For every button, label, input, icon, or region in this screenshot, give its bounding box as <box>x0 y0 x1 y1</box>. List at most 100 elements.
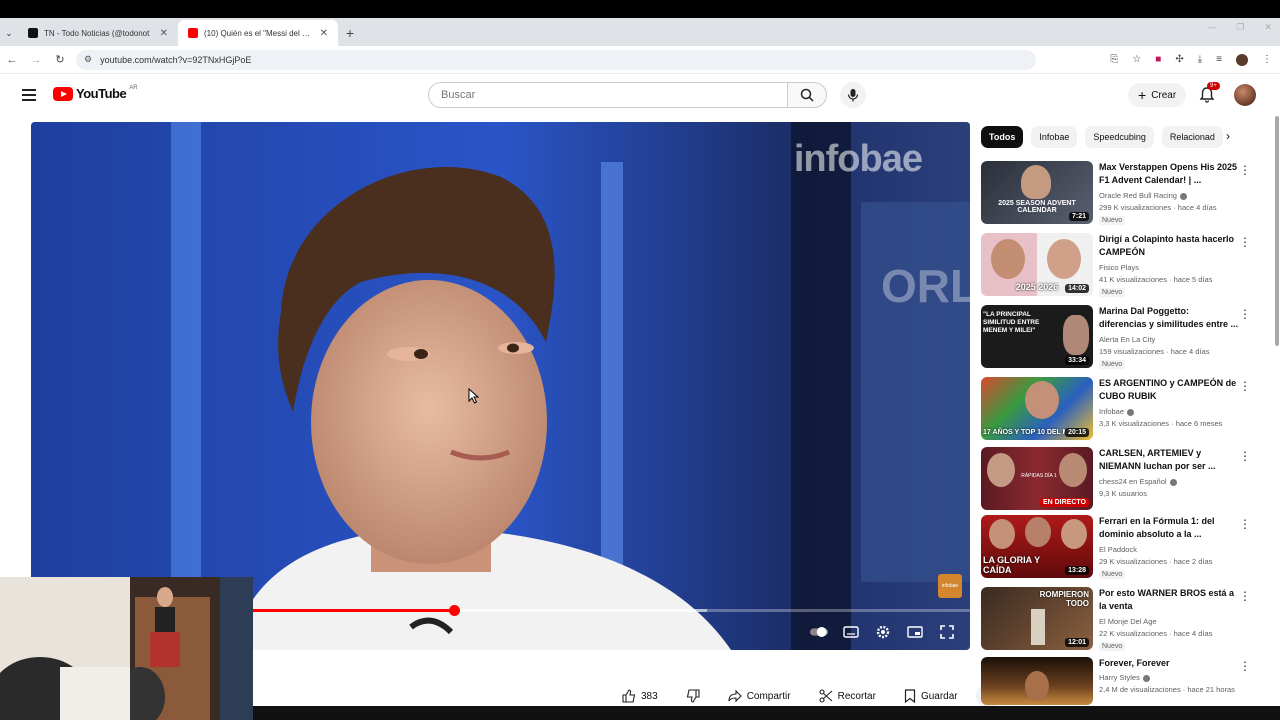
video-duration: 33:34 <box>1065 356 1089 365</box>
recommendation-item[interactable]: ROMPIERON TODO 12:01 Por esto WARNER BRO… <box>981 587 1261 651</box>
user-avatar[interactable] <box>1234 84 1256 106</box>
recommendation-item[interactable]: "LA PRINCIPAL SIMILITUD ENTRE MENEM Y MI… <box>981 305 1261 369</box>
save-button[interactable]: Guardar <box>893 684 968 708</box>
thumbs-up-icon <box>622 689 636 703</box>
channel-name[interactable]: Harry Styles <box>1099 673 1150 682</box>
share-button[interactable]: Compartir <box>717 684 801 708</box>
video-title[interactable]: Max Verstappen Opens His 2025 F1 Advent … <box>1099 161 1239 187</box>
browser-menu-icon[interactable]: ⋮ <box>1262 54 1272 65</box>
video-thumbnail[interactable] <box>981 657 1093 705</box>
settings-gear-icon[interactable] <box>874 624 892 640</box>
reload-icon[interactable]: ↻ <box>48 48 72 72</box>
browser-tab-youtube[interactable]: (10) Quién es el "Messi del cub ✕ <box>178 20 338 46</box>
video-thumbnail[interactable]: 17 AÑOS Y TOP 10 DEL M 20:15 <box>981 377 1093 440</box>
more-vertical-icon[interactable]: ⋮ <box>1239 235 1251 249</box>
video-title[interactable]: Forever, Forever <box>1099 657 1239 670</box>
close-tab-icon[interactable]: ✕ <box>160 28 168 39</box>
video-meta: 159 visualizaciones · hace 4 días <box>1099 347 1210 356</box>
video-thumbnail[interactable]: LA GLORIA Y CAÍDA 13:28 <box>981 515 1093 578</box>
chip-infobae[interactable]: Infobae <box>1031 126 1078 148</box>
channel-watermark-badge[interactable]: infobae <box>938 574 962 598</box>
maximize-icon[interactable]: ❐ <box>1236 22 1244 33</box>
video-thumbnail[interactable]: RÁPIDAS DÍA 1 EN DIRECTO <box>981 447 1093 510</box>
miniplayer-icon[interactable] <box>906 624 924 640</box>
download-icon[interactable]: ⤓ <box>1198 54 1202 65</box>
channel-name[interactable]: El Monje Del Age <box>1099 617 1157 626</box>
more-vertical-icon[interactable]: ⋮ <box>1239 449 1251 463</box>
profile-avatar[interactable] <box>1236 53 1248 66</box>
dislike-button[interactable] <box>675 684 710 708</box>
new-tab-button[interactable]: + <box>338 20 362 46</box>
search-input[interactable] <box>441 89 787 101</box>
extension-icon[interactable]: ■ <box>1155 54 1161 65</box>
recommendation-item[interactable]: RÁPIDAS DÍA 1 EN DIRECTO CARLSEN, ARTEMI… <box>981 447 1261 511</box>
video-thumbnail[interactable]: 2025 SEASON ADVENT CALENDAR 7:21 <box>981 161 1093 224</box>
more-vertical-icon[interactable]: ⋮ <box>1239 307 1251 321</box>
tab-search-chevron-icon[interactable]: ⌄ <box>0 20 18 46</box>
recommendation-item[interactable]: Forever, Forever Harry Styles 2,4 M de v… <box>981 657 1261 705</box>
video-title[interactable]: Dirigí a Colapinto hasta hacerlo CAMPEÓN <box>1099 233 1239 259</box>
chevron-right-icon[interactable]: › <box>1226 129 1230 143</box>
video-duration: 14:02 <box>1065 284 1089 293</box>
back-icon[interactable]: ← <box>0 48 24 72</box>
video-title[interactable]: CARLSEN, ARTEMIEV y NIEMANN luchan por s… <box>1099 447 1239 473</box>
recommendation-item[interactable]: 17 AÑOS Y TOP 10 DEL M 20:15 ES ARGENTIN… <box>981 377 1261 441</box>
channel-name[interactable]: Infobae <box>1099 407 1135 416</box>
recommendation-item[interactable]: 2025 2026 14:02 Dirigí a Colapinto hasta… <box>981 233 1261 297</box>
bookmark-star-icon[interactable]: ☆ <box>1132 54 1141 65</box>
install-app-icon[interactable]: ⎘ <box>1110 54 1118 65</box>
video-player[interactable]: ORL infobae infobae <box>31 122 970 650</box>
create-label: Crear <box>1151 89 1177 101</box>
channel-name-text: Infobae <box>1099 407 1125 416</box>
channel-name-text: Fisico Plays <box>1099 263 1140 272</box>
video-title[interactable]: Por esto WARNER BROS está a la venta <box>1099 587 1239 613</box>
create-button[interactable]: + Crear <box>1128 83 1187 107</box>
channel-name[interactable]: Fisico Plays <box>1099 263 1139 272</box>
new-badge: Nuevo <box>1099 642 1126 651</box>
autoplay-toggle-icon[interactable] <box>810 624 828 640</box>
site-info-icon[interactable]: ⚙ <box>84 54 92 65</box>
more-vertical-icon[interactable]: ⋮ <box>1239 163 1251 177</box>
more-vertical-icon[interactable]: ⋮ <box>1239 659 1251 673</box>
fullscreen-icon[interactable] <box>938 624 956 640</box>
video-title[interactable]: Ferrari en la Fórmula 1: del dominio abs… <box>1099 515 1239 541</box>
more-vertical-icon[interactable]: ⋮ <box>1239 517 1251 531</box>
subtitles-icon[interactable] <box>842 624 860 640</box>
recommendation-item[interactable]: 2025 SEASON ADVENT CALENDAR 7:21 Max Ver… <box>981 161 1261 225</box>
url-field[interactable]: ⚙ youtube.com/watch?v=92TNxHGjPoE <box>76 49 1036 70</box>
close-tab-icon[interactable]: ✕ <box>320 28 328 39</box>
scrubber-handle[interactable] <box>448 605 460 616</box>
video-thumbnail[interactable]: "LA PRINCIPAL SIMILITUD ENTRE MENEM Y MI… <box>981 305 1093 368</box>
page-scrollbar[interactable] <box>1275 116 1279 346</box>
close-window-icon[interactable]: ✕ <box>1264 22 1272 33</box>
live-badge: EN DIRECTO <box>1039 498 1089 507</box>
more-vertical-icon[interactable]: ⋮ <box>1239 379 1251 393</box>
video-thumbnail[interactable]: 2025 2026 14:02 <box>981 233 1093 296</box>
video-title[interactable]: ES ARGENTINO y CAMPEÓN de CUBO RUBIK <box>1099 377 1239 403</box>
video-thumbnail[interactable]: ROMPIERON TODO 12:01 <box>981 587 1093 650</box>
recommendation-item[interactable]: LA GLORIA Y CAÍDA 13:28 Ferrari en la Fó… <box>981 515 1261 579</box>
extensions-puzzle-icon[interactable]: ✣ <box>1175 54 1183 65</box>
video-title[interactable]: Marina Dal Poggetto: diferencias y simil… <box>1099 305 1239 331</box>
minimize-icon[interactable]: — <box>1207 22 1216 33</box>
chip-speedcubing[interactable]: Speedcubing <box>1085 126 1154 148</box>
media-control-icon[interactable]: ≡ <box>1216 54 1222 65</box>
clip-button[interactable]: Recortar <box>808 684 886 708</box>
chip-todos[interactable]: Todos <box>981 126 1024 148</box>
youtube-logo[interactable]: YouTube AR <box>53 85 138 101</box>
forward-icon[interactable]: → <box>24 48 48 72</box>
search-button[interactable] <box>787 82 827 108</box>
voice-search-button[interactable] <box>840 82 866 108</box>
channel-name-text: chess24 en Español <box>1099 477 1167 486</box>
chip-relacionados[interactable]: Relacionad <box>1161 126 1223 148</box>
channel-name[interactable]: El Paddock <box>1099 545 1137 554</box>
channel-name[interactable]: Alerta En La City <box>1099 335 1155 344</box>
channel-name-text: Harry Styles <box>1099 673 1140 682</box>
like-button[interactable]: 383 <box>612 684 668 708</box>
more-vertical-icon[interactable]: ⋮ <box>1239 589 1251 603</box>
browser-tab-tiktok[interactable]: TN - Todo Noticias (@todonot ✕ <box>18 20 178 46</box>
channel-name-text: Alerta En La City <box>1099 335 1156 344</box>
channel-name[interactable]: Oracle Red Bull Racing <box>1099 191 1187 200</box>
channel-name[interactable]: chess24 en Español <box>1099 477 1177 486</box>
hamburger-menu-icon[interactable] <box>22 89 36 101</box>
